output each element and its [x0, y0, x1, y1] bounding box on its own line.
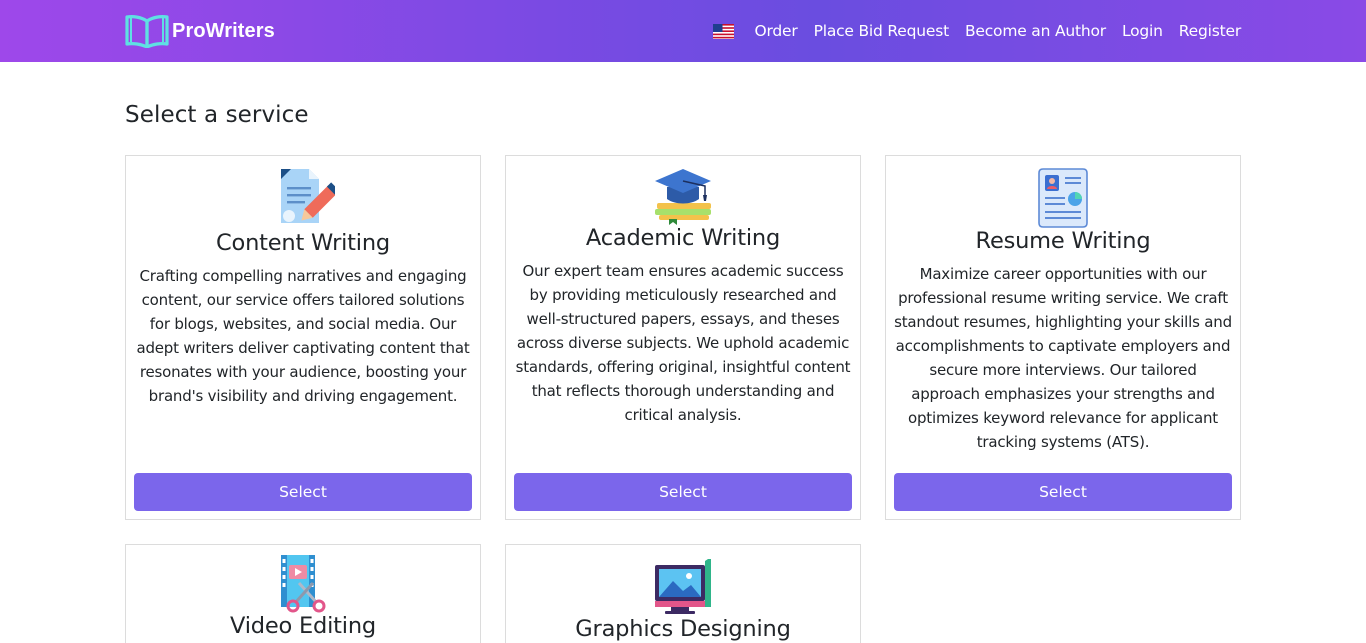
- monitor-image-icon: [655, 559, 711, 614]
- service-card-graphics-designing: Graphics Designing: [505, 544, 861, 643]
- nav-link-place-bid-request[interactable]: Place Bid Request: [814, 22, 950, 40]
- card-title: Graphics Designing: [575, 616, 791, 642]
- brand-name: ProWriters: [172, 19, 275, 42]
- nav-link-become-an-author[interactable]: Become an Author: [965, 22, 1106, 40]
- card-title: Content Writing: [216, 230, 390, 256]
- nav-link-order[interactable]: Order: [755, 22, 798, 40]
- page-title: Select a service: [125, 102, 309, 128]
- service-card-content-writing: Content Writing Crafting compelling narr…: [125, 155, 481, 520]
- card-description: Our expert team ensures academic success…: [515, 262, 851, 424]
- film-scissors-icon: [281, 555, 326, 613]
- card-title: Academic Writing: [585, 225, 781, 251]
- card-title: Video Editing: [230, 613, 376, 639]
- card-title: Resume Writing: [975, 228, 1151, 254]
- select-button-resume-writing[interactable]: Select: [894, 473, 1232, 511]
- nav-link-login[interactable]: Login: [1122, 22, 1163, 40]
- select-button-content-writing[interactable]: Select: [134, 473, 472, 511]
- resume-document-icon: [1038, 168, 1088, 228]
- brand-logo[interactable]: ProWriters: [125, 14, 275, 48]
- document-pencil-icon: [281, 169, 335, 223]
- service-card-resume-writing: Resume Writing Maximize career opportuni…: [885, 155, 1241, 520]
- card-description: Crafting compelling narratives and engag…: [136, 267, 470, 405]
- nav-menu: Order Place Bid Request Become an Author…: [712, 0, 1241, 62]
- graduation-cap-books-icon: [655, 169, 711, 225]
- card-description: Maximize career opportunities with our p…: [894, 265, 1232, 451]
- select-button-academic-writing[interactable]: Select: [514, 473, 852, 511]
- navbar: ProWriters Order Place Bid Request Becom…: [0, 0, 1366, 62]
- us-flag-icon[interactable]: [712, 23, 734, 39]
- open-book-icon: [125, 15, 169, 48]
- service-card-video-editing: Video Editing: [125, 544, 481, 643]
- service-card-academic-writing: Academic Writing Our expert team ensures…: [505, 155, 861, 520]
- nav-link-register[interactable]: Register: [1179, 22, 1241, 40]
